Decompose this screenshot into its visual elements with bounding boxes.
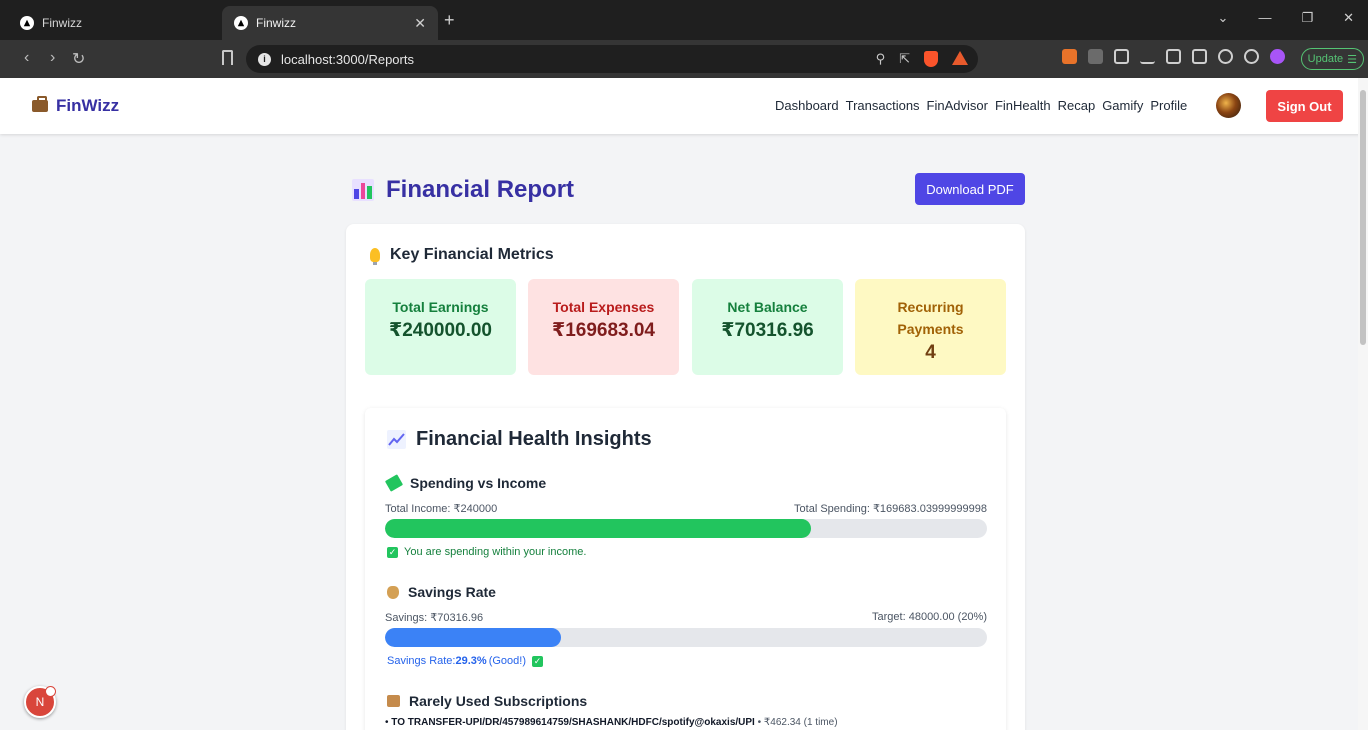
forward-icon[interactable]: ›	[50, 49, 55, 67]
total-spending-text: Total Spending: ₹169683.03999999998	[794, 503, 987, 515]
brave-shield-icon[interactable]	[924, 51, 938, 67]
nextjs-dev-badge[interactable]: N	[24, 686, 56, 718]
menu-icon: ☰	[1347, 53, 1357, 66]
check-icon: ✓	[387, 546, 398, 558]
vercel-icon	[20, 16, 34, 30]
browser-tab-active[interactable]: Finwizz ✕	[222, 6, 438, 40]
metamask-icon[interactable]	[1062, 49, 1077, 64]
restore-icon[interactable]: ❐	[1301, 10, 1313, 26]
close-icon[interactable]: ✕	[414, 15, 426, 32]
page-title: Financial Report	[352, 176, 574, 204]
vercel-icon	[234, 16, 248, 30]
health-insights-card	[365, 408, 1006, 730]
browser-toolbar: ‹ › ↻ i localhost:3000/Reports ⚲ ⇱ Updat…	[0, 40, 1368, 78]
new-tab-icon[interactable]: +	[444, 10, 455, 31]
money-bag-icon	[387, 585, 399, 599]
download-icon[interactable]	[1140, 49, 1155, 64]
health-insights-title: Financial Health Insights	[387, 428, 652, 451]
browser-tabbar: Finwizz Finwizz ✕ + ⌄ — ❐ ✕	[0, 0, 1368, 40]
key-metrics-title: Key Financial Metrics	[370, 246, 554, 265]
metric-total-expenses: Total Expenses ₹169683.04	[528, 279, 679, 375]
update-button[interactable]: Update ☰	[1300, 48, 1364, 70]
profile-extension-icon[interactable]	[1270, 49, 1285, 64]
reload-icon[interactable]: ↻	[72, 49, 85, 69]
puzzle-icon[interactable]	[1114, 49, 1129, 64]
app-header: FinWizz Dashboard Transactions FinAdviso…	[0, 78, 1368, 134]
sidebar-icon[interactable]	[1166, 49, 1181, 64]
vpn-icon[interactable]	[1244, 49, 1259, 64]
metric-value: ₹169683.04	[551, 320, 656, 341]
bar-chart-icon	[352, 179, 374, 201]
chevron-down-icon[interactable]: ⌄	[1218, 10, 1229, 26]
main-nav: Dashboard Transactions FinAdvisor FinHea…	[775, 98, 1194, 113]
nav-gamify[interactable]: Gamify	[1102, 98, 1143, 113]
metric-value: 4	[925, 342, 936, 363]
avatar[interactable]	[1216, 93, 1241, 118]
browser-tab[interactable]: Finwizz	[8, 6, 218, 40]
wallet-icon[interactable]	[1192, 49, 1207, 64]
money-icon	[384, 474, 404, 492]
metric-label: Total Earnings	[392, 299, 489, 315]
minimize-icon[interactable]: —	[1258, 10, 1271, 26]
savings-progress	[385, 628, 987, 647]
briefcase-icon	[32, 96, 48, 112]
metric-label: Recurring Payments	[897, 299, 964, 337]
scroll-thumb[interactable]	[1360, 90, 1366, 345]
metric-value: ₹70316.96	[721, 320, 814, 341]
nav-finhealth[interactable]: FinHealth	[995, 98, 1051, 113]
download-pdf-button[interactable]: Download PDF	[915, 173, 1025, 205]
url-text: localhost:3000/Reports	[281, 51, 414, 67]
trend-up-icon	[387, 430, 406, 449]
page-scrollbar[interactable]	[1358, 78, 1368, 730]
nav-recap[interactable]: Recap	[1058, 98, 1096, 113]
metric-total-earnings: Total Earnings ₹240000.00	[365, 279, 516, 375]
close-window-icon[interactable]: ✕	[1343, 10, 1354, 26]
tab-title: Finwizz	[256, 16, 297, 30]
savings-progress-fill	[385, 628, 562, 647]
metric-net-balance: Net Balance ₹70316.96	[692, 279, 843, 375]
total-income-text: Total Income: ₹240000	[385, 503, 498, 515]
package-icon	[387, 695, 400, 707]
metric-value: ₹240000.00	[388, 320, 493, 341]
metric-recurring-payments: Recurring Payments 4	[855, 279, 1006, 375]
brand-logo[interactable]: FinWizz	[32, 96, 119, 116]
share-icon[interactable]: ⇱	[899, 51, 910, 67]
list-item: • TO TRANSFER-UPI/DR/457989614759/SHASHA…	[385, 717, 838, 728]
sign-out-button[interactable]: Sign Out	[1266, 90, 1343, 122]
savings-target-text: Target: 48000.00 (20%)	[872, 611, 987, 623]
address-bar[interactable]: i localhost:3000/Reports ⚲ ⇱	[246, 45, 978, 73]
metric-label: Net Balance	[727, 299, 808, 315]
nav-dashboard[interactable]: Dashboard	[775, 98, 839, 113]
bookmark-icon[interactable]	[222, 50, 233, 65]
savings-amount-text: Savings: ₹70316.96	[385, 612, 484, 624]
nav-finadvisor[interactable]: FinAdvisor	[927, 98, 988, 113]
tab-title: Finwizz	[42, 16, 83, 30]
leo-icon[interactable]	[1218, 49, 1233, 64]
window-controls: ⌄ — ❐ ✕	[1218, 10, 1354, 26]
spending-title: Spending vs Income	[384, 474, 546, 492]
spending-progress	[385, 519, 987, 538]
zoom-icon[interactable]: ⚲	[876, 51, 886, 67]
extension-m-icon[interactable]	[1088, 49, 1103, 64]
nav-transactions[interactable]: Transactions	[846, 98, 920, 113]
nav-profile[interactable]: Profile	[1150, 98, 1187, 113]
extensions-bar	[1062, 49, 1285, 64]
savings-rate-note: Savings Rate: 29.3% (Good!) ✓	[387, 655, 543, 667]
spending-progress-fill	[385, 519, 811, 538]
subscriptions-title: Rarely Used Subscriptions	[387, 693, 587, 709]
brave-rewards-icon[interactable]	[952, 51, 968, 65]
metric-label: Total Expenses	[552, 299, 655, 315]
spending-note: ✓ You are spending within your income.	[387, 546, 587, 558]
back-icon[interactable]: ‹	[24, 49, 29, 67]
site-info-icon[interactable]: i	[258, 52, 271, 66]
check-icon: ✓	[531, 655, 543, 667]
lightbulb-icon	[370, 248, 380, 265]
savings-title: Savings Rate	[387, 584, 496, 600]
